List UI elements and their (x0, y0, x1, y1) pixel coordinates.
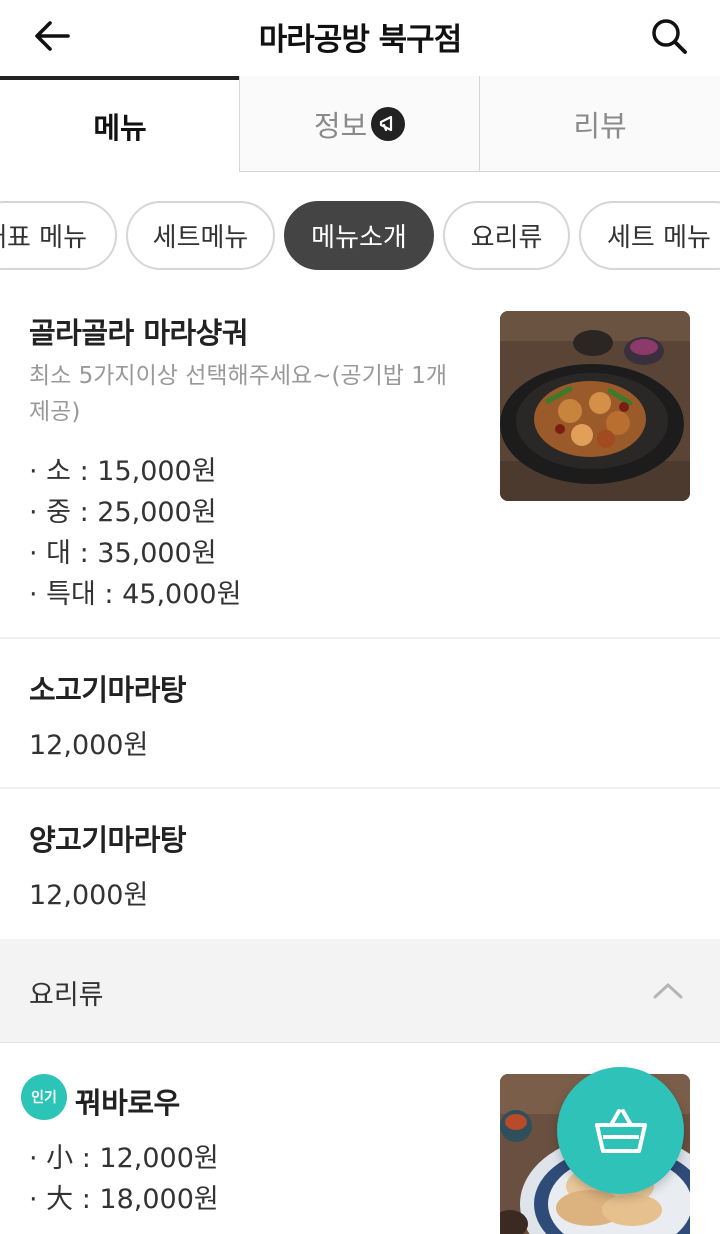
section-header-dishes[interactable]: 요리류 (0, 939, 720, 1043)
tab-review-label: 리뷰 (573, 108, 627, 143)
menu-item-name: 골라골라 마라샹궈 (29, 316, 249, 350)
menu-item-mala-xiangguo[interactable]: 골라골라 마라샹궈 최소 5가지이상 선택해주세요~(공기밥 1개 제공) · … (0, 292, 720, 637)
search-button[interactable] (644, 12, 694, 60)
chip-label: 세트메뉴 (152, 223, 249, 253)
price-option: · 소 : 15,000원 (29, 456, 217, 487)
price-option: · 大 : 18,000원 (29, 1184, 219, 1215)
search-icon (652, 19, 687, 54)
menu-item-price: 12,000원 (29, 730, 149, 761)
chip-set-menu[interactable]: 세트메뉴 (126, 201, 275, 270)
megaphone-icon (371, 106, 406, 141)
menu-item-description: 최소 5가지이상 선택해주세요~(공기밥 1개 제공) (29, 363, 448, 425)
section-title: 요리류 (29, 980, 104, 1011)
price-option: · 小 : 12,000원 (29, 1143, 219, 1174)
tab-info[interactable]: 정보 (239, 76, 480, 172)
menu-item-lamb-malatang[interactable]: 양고기마라탕 12,000원 (0, 789, 720, 939)
menu-item-name: 꿔바로우 (75, 1086, 180, 1120)
tab-review[interactable]: 리뷰 (480, 76, 720, 172)
chip-label: 요리류 (470, 223, 543, 253)
page-title: 마라공방 북구점 (258, 22, 462, 58)
cart-button[interactable] (557, 1067, 684, 1194)
chip-label: 대표 메뉴 (0, 223, 87, 253)
chevron-up-icon (653, 983, 683, 999)
top-bar: 마라공방 북구점 (0, 0, 720, 78)
menu-item-photo (500, 311, 690, 501)
chip-signature-menu[interactable]: 대표 메뉴 (0, 201, 117, 270)
tab-info-label: 정보 (313, 108, 368, 143)
chip-set-menu-2[interactable]: 세트 메뉴 (579, 201, 720, 270)
chip-dishes[interactable]: 요리류 (443, 201, 570, 270)
menu-item-price: 12,000원 (29, 880, 149, 911)
tab-menu[interactable]: 메뉴 (0, 76, 240, 172)
menu-item-beef-malatang[interactable]: 소고기마라탕 12,000원 (0, 639, 720, 787)
menu-item-name: 소고기마라탕 (29, 673, 187, 707)
chip-menu-intro[interactable]: 메뉴소개 (284, 201, 434, 270)
menu-item-name: 양고기마라탕 (29, 823, 187, 857)
category-chip-bar: 대표 메뉴 세트메뉴 메뉴소개 요리류 세트 메뉴 (0, 172, 720, 292)
chip-label: 세트 메뉴 (607, 223, 711, 253)
popular-badge: 인기 (21, 1074, 67, 1120)
store-tabs: 메뉴 정보 리뷰 (0, 76, 720, 172)
price-option: · 대 : 35,000원 (29, 538, 217, 569)
tab-menu-label: 메뉴 (93, 111, 147, 145)
price-option: · 중 : 25,000원 (29, 497, 217, 528)
basket-icon (594, 1108, 647, 1153)
price-option: · 특대 : 45,000원 (29, 579, 242, 610)
chip-label: 메뉴소개 (311, 223, 407, 253)
